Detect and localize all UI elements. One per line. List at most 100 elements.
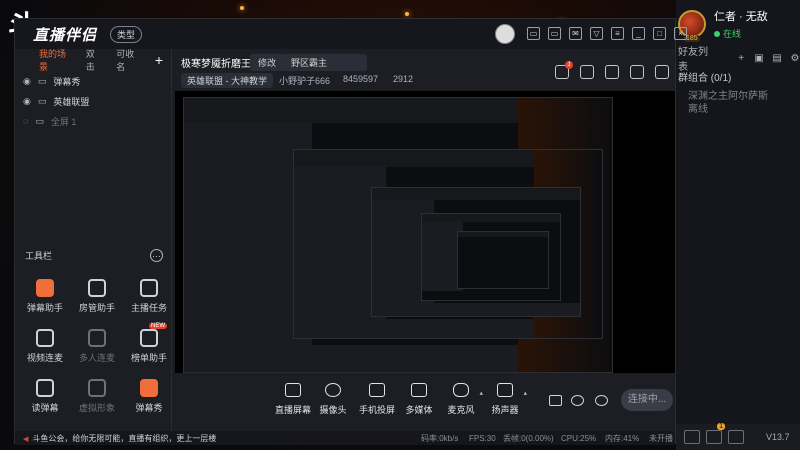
tab-double-click[interactable]: 双击 [86, 47, 102, 73]
chat-icon[interactable]: ▭ [548, 27, 561, 40]
speaker-button[interactable]: 扬声器 ▴ [483, 383, 527, 416]
dropped-frames-stat: 丢帧:0(0.00%) [503, 433, 554, 443]
media-button[interactable]: 多媒体 [397, 383, 441, 416]
tool-danmaku-assistant[interactable]: 弹幕助手 [19, 279, 71, 314]
phone-icon [369, 383, 385, 397]
title-bar: 直播伴侣 类型 ▭ ▭ ✉ ▽ ≡ _ □ × [15, 19, 687, 49]
friend-status: 离线 [688, 104, 708, 115]
spark [240, 6, 244, 10]
edit-title-button[interactable]: 修改 [250, 54, 285, 71]
type-dropdown[interactable]: 类型 [110, 26, 143, 43]
share-icon[interactable] [655, 65, 669, 79]
chevron-icon[interactable]: ▴ [523, 389, 527, 397]
live-status: 未开播 [649, 433, 673, 443]
menu-icon[interactable]: ≡ [611, 27, 624, 40]
notification-dot: 1 [565, 61, 573, 69]
tool-label: 榜单助手 [130, 353, 167, 363]
preview-eye-icon[interactable] [571, 395, 584, 406]
tools-heading: 工具栏 [25, 251, 53, 261]
control-label: 直播屏幕 [274, 405, 311, 415]
app-brand: 直播伴侣 [33, 27, 98, 44]
room-info-header: 极寒梦魇折磨王 修改 野区霸主 英雄联盟 - 大神教学 小野驴子666 8459… [173, 49, 675, 89]
maximize-icon[interactable]: □ [653, 27, 666, 40]
tool-avatar[interactable]: 虚拟形象 [71, 379, 123, 414]
message-box-icon[interactable] [684, 430, 700, 444]
tool-label: 房管助手 [78, 303, 115, 313]
folder-icon[interactable]: ▤ [772, 53, 782, 64]
tool-danmaku-show[interactable]: 弹幕秀 [123, 379, 175, 414]
notification-icon[interactable]: 1 [706, 423, 725, 444]
phone-cast-button[interactable]: 手机投屏 [355, 383, 399, 416]
tool-label: 虚拟形象 [78, 403, 115, 413]
tab-my-scenes[interactable]: 我的场景 [39, 47, 72, 73]
control-label: 扬声器 [491, 405, 519, 415]
lock-icon[interactable]: ▭ [35, 116, 44, 127]
lock-icon[interactable] [580, 65, 594, 79]
user-card[interactable]: 185 仁者 · 无敌 在线 [676, 0, 800, 48]
chat-icon[interactable] [728, 430, 744, 444]
scene-item[interactable]: ◌ ▭ 全屏 1 [15, 111, 171, 131]
visibility-eye-icon[interactable]: ◌ [23, 116, 28, 126]
tool-label: 读弹幕 [31, 403, 59, 413]
close-icon[interactable]: × [674, 27, 687, 40]
friend-group[interactable]: 群组合 (0/1) [676, 68, 800, 90]
scene-label: 英雄联盟 [53, 96, 90, 107]
tool-label: 主播任务 [130, 303, 167, 313]
lock-icon[interactable]: ▭ [38, 76, 47, 87]
danmaku-show-icon [140, 379, 158, 397]
tool-room-manager[interactable]: 房管助手 [71, 279, 123, 314]
lock-icon[interactable]: ▭ [38, 96, 47, 107]
settings-icon[interactable]: ⚙ [790, 53, 800, 64]
streamer-name: 小野驴子666 [279, 76, 331, 86]
add-friend-icon[interactable]: + [736, 53, 746, 64]
tab-collection[interactable]: 可收名 [116, 47, 141, 73]
go-live-button[interactable]: 连接中... [621, 389, 673, 411]
more-icon[interactable]: … [150, 249, 163, 262]
microphone-button[interactable]: 麦克风 ▴ [439, 383, 483, 416]
friend-name[interactable]: 深渊之主阿尔萨斯 [676, 90, 800, 103]
scene-item[interactable]: ◉ ▭ 英雄联盟 [15, 91, 171, 111]
speaker-icon [497, 383, 513, 397]
tool-label: 弹幕助手 [26, 303, 63, 313]
stream-preview[interactable] [175, 91, 675, 373]
avatar[interactable] [495, 24, 515, 44]
settings-icon[interactable] [595, 395, 608, 406]
tool-label: 弹幕秀 [135, 403, 163, 413]
streaming-app-window: 直播伴侣 类型 ▭ ▭ ✉ ▽ ≡ _ □ × 我的场景 双击 可收名 + ◉ … [14, 18, 687, 445]
gift-icon[interactable]: 1 [555, 61, 573, 79]
tool-label: 视频连麦 [26, 353, 63, 363]
bitrate-stat: 码率:0kb/s [421, 433, 459, 443]
window-icon[interactable] [605, 65, 619, 79]
tool-multi-call[interactable]: 多人连麦 [71, 329, 123, 364]
minimize-icon[interactable]: _ [632, 27, 645, 40]
video-call-icon [36, 329, 54, 347]
tool-tasks[interactable]: 主播任务 [123, 279, 175, 314]
mail-icon[interactable]: ✉ [569, 27, 582, 40]
tool-video-call[interactable]: 视频连麦 [19, 329, 71, 364]
add-group-icon[interactable]: ▣ [754, 53, 764, 64]
visibility-eye-icon[interactable]: ◉ [23, 76, 31, 87]
tool-read-danmaku[interactable]: 读弹幕 [19, 379, 71, 414]
screen-capture-button[interactable]: 直播屏幕 [271, 383, 315, 416]
version-label: V13.7 [766, 432, 790, 442]
scene-sidebar: 我的场景 双击 可收名 + ◉ ▭ 弹幕秀 ◉ ▭ 英雄联盟 ◌ ▭ 全屏 1 … [15, 49, 172, 431]
user-status[interactable]: 在线 [714, 27, 768, 40]
sub-category-button[interactable]: 英雄联盟 - 大神教学 [181, 73, 273, 88]
room-id: 8459597 [343, 74, 379, 84]
visibility-eye-icon[interactable]: ◉ [23, 96, 31, 107]
shirt-icon[interactable]: ▽ [590, 27, 603, 40]
hot-count: 2912 [393, 74, 414, 84]
control-label: 多媒体 [405, 405, 433, 415]
control-label: 麦克风 [447, 405, 475, 415]
record-icon[interactable] [549, 395, 562, 406]
scene-item[interactable]: ◉ ▭ 弹幕秀 [15, 71, 171, 91]
bell-icon[interactable] [630, 65, 644, 79]
download-icon [88, 329, 106, 347]
camera-button[interactable]: 摄像头 [311, 383, 355, 416]
notification-badge: 1 [717, 423, 725, 430]
add-scene-icon[interactable]: + [155, 52, 163, 68]
message-icon[interactable]: ▭ [527, 27, 540, 40]
notice-text[interactable]: 斗鱼公会，给你无限可能，直播有组织，更上一层楼 [23, 433, 216, 444]
category-button[interactable]: 野区霸主 [281, 54, 367, 71]
tool-leaderboard[interactable]: NEW 榜单助手 [123, 323, 175, 364]
